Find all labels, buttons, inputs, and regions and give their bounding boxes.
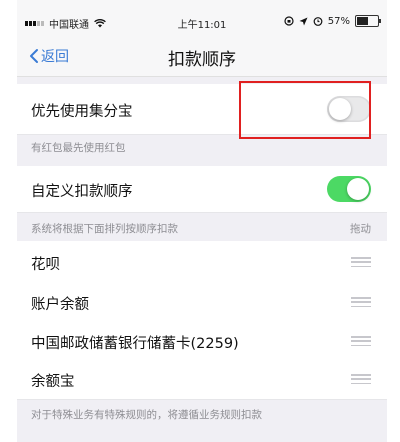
payment-method-row[interactable]: 中国邮政储蓄银行储蓄卡(2259) (17, 322, 387, 362)
drag-handle-icon[interactable] (351, 297, 371, 307)
payment-method-label: 中国邮政储蓄银行储蓄卡(2259) (31, 336, 239, 352)
battery-percent: 57% (327, 15, 350, 27)
battery-icon (355, 15, 381, 27)
status-right: 57% (284, 15, 381, 27)
payment-method-row[interactable]: 余额宝 (17, 361, 387, 400)
payment-method-label: 账户余额 (31, 297, 89, 313)
location-icon (299, 17, 308, 25)
payment-method-label: 花呗 (31, 257, 60, 273)
highlight-box (239, 81, 371, 139)
payment-method-row[interactable]: 账户余额 (17, 282, 387, 323)
page-title: 扣款顺序 (168, 50, 236, 70)
footer-note: 对于特殊业务有特殊规则的，将遵循业务规则扣款 (31, 409, 262, 421)
custom-order-row: 自定义扣款顺序 (17, 166, 387, 213)
drag-handle-icon[interactable] (351, 374, 371, 384)
phone-screen: 中国联通 上午11:01 57% 返回 扣款顺序 优先使用集分宝 有红包最先使用… (17, 0, 387, 442)
drag-handle-icon[interactable] (351, 257, 371, 267)
payment-method-label: 余额宝 (31, 374, 75, 390)
orientation-lock-icon (284, 16, 294, 26)
priority-label: 优先使用集分宝 (31, 104, 133, 120)
custom-order-label: 自定义扣款顺序 (31, 184, 133, 200)
drag-handle-icon[interactable] (351, 336, 371, 346)
toggle-knob (347, 178, 369, 200)
custom-order-caption: 系统将根据下面排列按顺序扣款 (31, 223, 178, 235)
nav-bar: 返回 扣款顺序 (17, 38, 387, 77)
priority-caption: 有红包最先使用红包 (31, 142, 126, 154)
status-bar: 中国联通 上午11:01 57% (17, 0, 387, 38)
payment-method-row[interactable]: 花呗 (17, 241, 387, 283)
alarm-icon (313, 17, 323, 26)
custom-order-toggle[interactable] (327, 176, 371, 202)
drag-hint: 拖动 (350, 223, 371, 235)
